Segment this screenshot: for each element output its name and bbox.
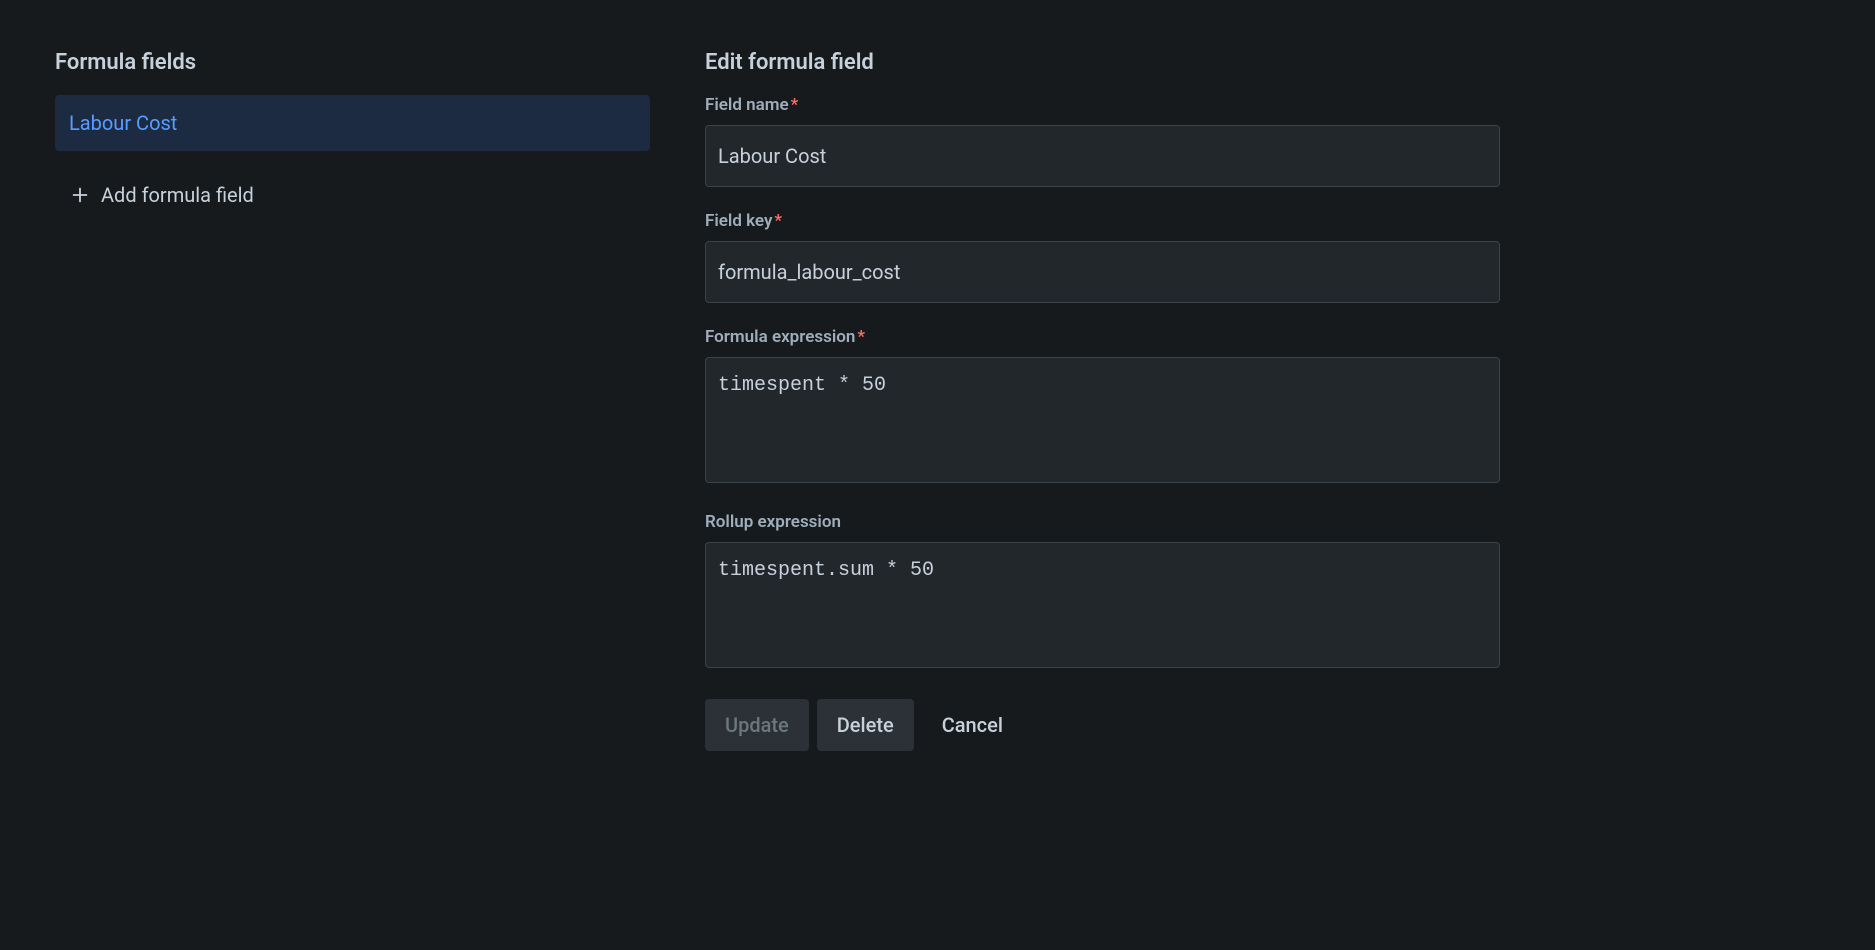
field-item-labour-cost[interactable]: Labour Cost <box>55 95 650 151</box>
delete-button[interactable]: Delete <box>817 699 914 751</box>
formula-expression-group: Formula expression* <box>705 327 1500 488</box>
plus-icon <box>69 184 91 206</box>
rollup-expression-group: Rollup expression <box>705 512 1500 673</box>
add-button-label: Add formula field <box>101 183 254 207</box>
field-key-group: Field key* <box>705 211 1500 303</box>
formula-expression-input[interactable] <box>705 357 1500 483</box>
add-formula-field-button[interactable]: Add formula field <box>55 169 268 221</box>
editor-title: Edit formula field <box>705 50 1500 75</box>
field-list: Labour Cost <box>55 95 650 151</box>
field-key-label: Field key* <box>705 211 1500 231</box>
field-name-group: Field name* <box>705 95 1500 187</box>
action-buttons: Update Delete Cancel <box>705 699 1500 751</box>
field-name-input[interactable] <box>705 125 1500 187</box>
edit-formula-field-panel: Edit formula field Field name* Field key… <box>705 50 1500 751</box>
required-star: * <box>791 95 799 115</box>
sidebar-title: Formula fields <box>55 50 650 75</box>
field-name-label: Field name* <box>705 95 1500 115</box>
field-key-input[interactable] <box>705 241 1500 303</box>
cancel-button[interactable]: Cancel <box>922 699 1023 751</box>
required-star: * <box>857 327 865 347</box>
rollup-expression-label: Rollup expression <box>705 512 1500 532</box>
rollup-expression-input[interactable] <box>705 542 1500 668</box>
required-star: * <box>774 211 782 231</box>
update-button[interactable]: Update <box>705 699 809 751</box>
formula-expression-label: Formula expression* <box>705 327 1500 347</box>
formula-fields-sidebar: Formula fields Labour Cost Add formula f… <box>55 50 650 751</box>
